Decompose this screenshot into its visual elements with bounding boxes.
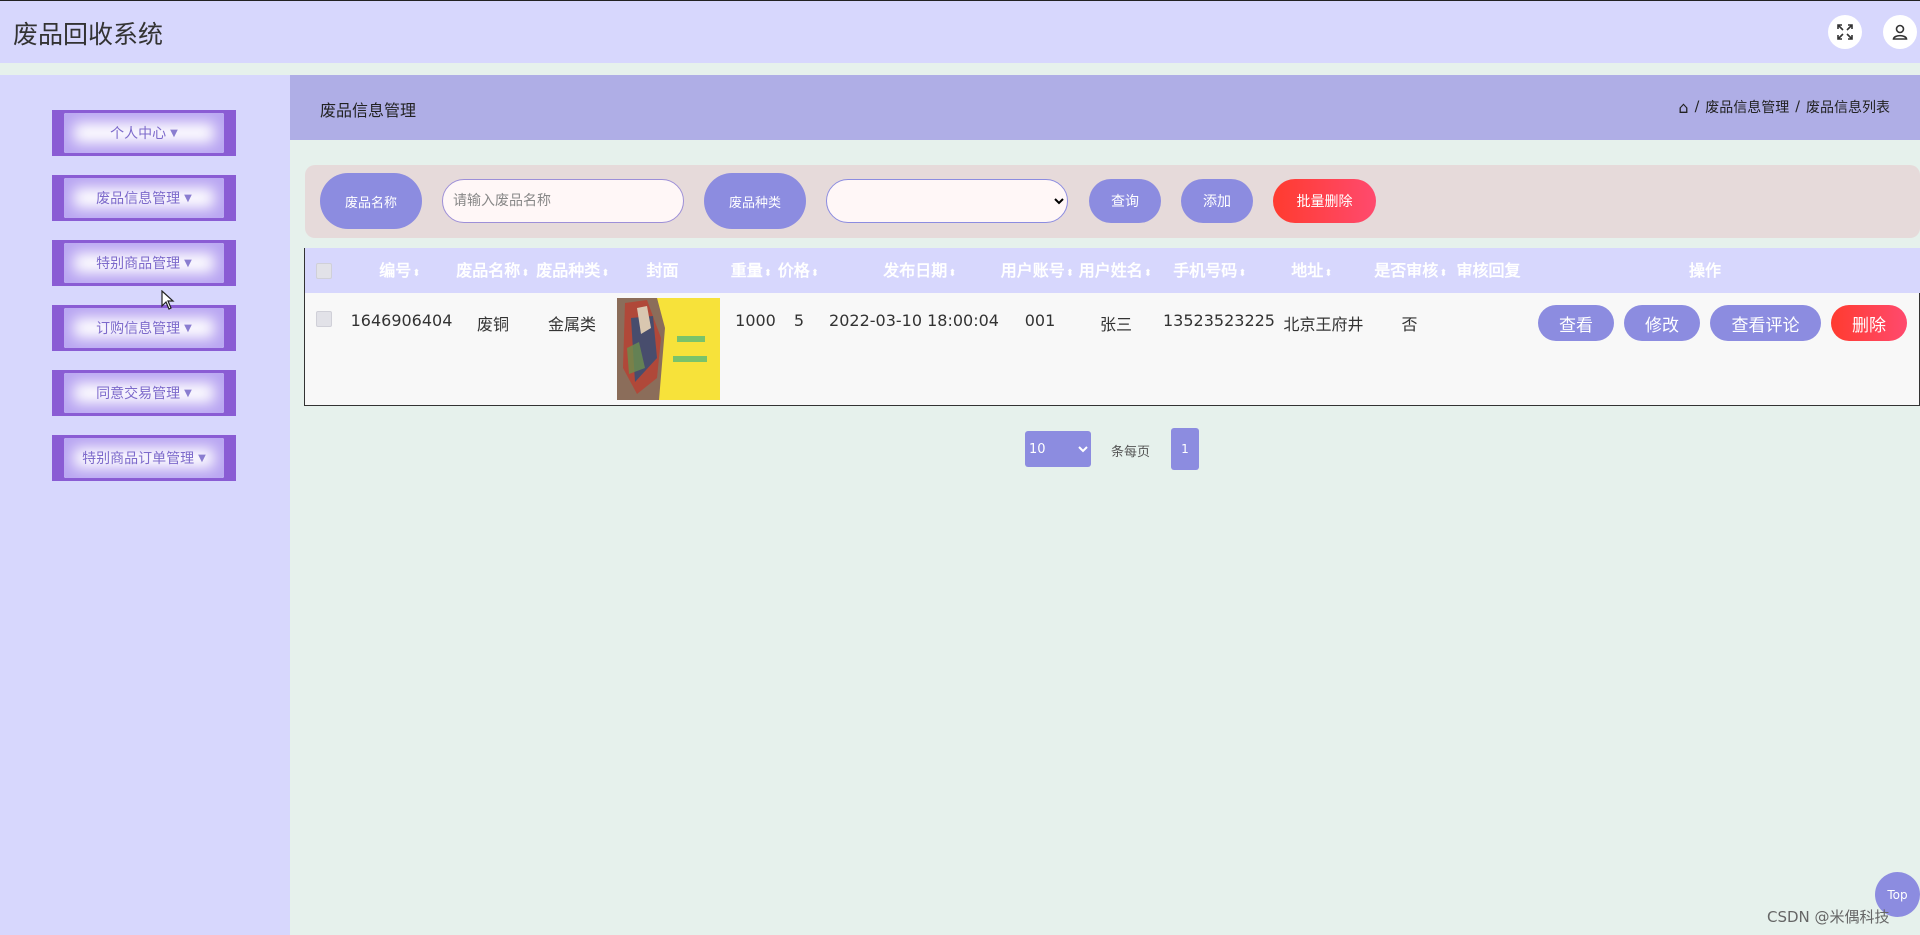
sort-icon: ⬍ — [1439, 268, 1448, 279]
sidebar-item-special-goods[interactable]: 特别商品管理 ▼ — [52, 240, 236, 286]
content-header: 废品信息管理 ⌂ / 废品信息管理 / 废品信息列表 — [290, 75, 1920, 140]
sort-icon: ⬍ — [810, 268, 820, 279]
cell-phone: 13523523225 — [1163, 311, 1275, 330]
column-header-type[interactable]: 废品种类⬍ — [533, 248, 613, 293]
chevron-down-icon: ▼ — [170, 127, 178, 139]
chevron-down-icon: ▼ — [184, 387, 192, 399]
sort-icon: ⬍ — [1324, 268, 1333, 279]
page-size-select[interactable]: 10 — [1025, 431, 1091, 467]
breadcrumb-item[interactable]: 废品信息管理 — [1705, 97, 1789, 117]
top-header: 废品回收系统 — [0, 0, 1920, 63]
cell-price: 5 — [793, 311, 805, 330]
column-header-user-name[interactable]: 用户姓名⬍ — [1078, 248, 1153, 293]
fullscreen-icon[interactable] — [1828, 15, 1862, 49]
cell-type: 金属类 — [547, 315, 596, 334]
chevron-down-icon: ▼ — [184, 257, 192, 269]
cell-account: 001 — [1024, 311, 1056, 330]
sort-icon: ⬍ — [763, 268, 773, 279]
view-button[interactable]: 查看 — [1538, 305, 1614, 341]
page-number-button[interactable]: 1 — [1171, 428, 1199, 470]
column-header-phone[interactable]: 手机号码⬍ — [1165, 248, 1255, 293]
sidebar-item-label: 同意交易管理 — [96, 386, 181, 402]
sidebar-item-special-orders[interactable]: 特别商品订单管理 ▼ — [52, 435, 236, 481]
sidebar-item-label: 订购信息管理 — [96, 321, 181, 337]
sort-icon: ⬍ — [1238, 268, 1247, 279]
sort-icon: ⬍ — [1143, 268, 1153, 279]
mouse-cursor-icon — [161, 290, 175, 310]
query-button[interactable]: 查询 — [1089, 179, 1161, 223]
column-header-name[interactable]: 废品名称⬍ — [453, 248, 533, 293]
chevron-down-icon: ▼ — [184, 322, 192, 334]
table-row: 1646906404 废铜 金属类 1000 5 2022-03-10 18:0… — [305, 293, 1919, 405]
column-header-account[interactable]: 用户账号⬍ — [1000, 248, 1075, 293]
sort-icon: ⬍ — [521, 268, 530, 279]
sort-icon: ⬍ — [948, 268, 957, 279]
sidebar-item-agreed-trades[interactable]: 同意交易管理 ▼ — [52, 370, 236, 416]
type-select[interactable] — [826, 179, 1068, 223]
data-table: 编号⬍ 废品名称⬍ 废品种类⬍ 封面 重量⬍ 价格⬍ 发布日期⬍ 用户账号⬍ 用… — [304, 248, 1920, 406]
sidebar-item-personal-center[interactable]: 个人中心 ▼ — [52, 110, 236, 156]
name-search-input[interactable] — [442, 179, 684, 223]
sidebar-item-label: 特别商品订单管理 — [82, 451, 195, 467]
sort-icon: ⬍ — [412, 268, 421, 279]
type-label: 废品种类 — [704, 173, 806, 229]
cell-date: 2022-03-10 18:00:04 — [829, 311, 999, 330]
column-header-approved[interactable]: 是否审核⬍ — [1371, 248, 1451, 293]
column-header-cover: 封面 — [646, 261, 679, 280]
sidebar: 个人中心 ▼ 废品信息管理 ▼ 特别商品管理 ▼ 订购信息管理 ▼ 同意交易管理 ▼ 特别… — [0, 75, 290, 935]
cell-address: 北京王府井 — [1283, 315, 1364, 334]
sidebar-item-order-info[interactable]: 订购信息管理 ▼ — [52, 305, 236, 351]
column-header-weight[interactable]: 重量⬍ — [729, 248, 774, 293]
cell-name: 废铜 — [476, 315, 509, 334]
cell-approved: 否 — [1401, 315, 1418, 334]
add-button[interactable]: 添加 — [1181, 179, 1253, 223]
home-icon[interactable]: ⌂ — [1678, 98, 1688, 117]
app-title: 废品回收系统 — [13, 20, 164, 49]
row-checkbox[interactable] — [316, 311, 332, 327]
breadcrumb: ⌂ / 废品信息管理 / 废品信息列表 — [1678, 97, 1890, 117]
cell-user-name: 张三 — [1099, 315, 1132, 334]
delete-button[interactable]: 删除 — [1831, 305, 1907, 341]
per-page-label: 条每页 — [1111, 445, 1151, 460]
sort-icon: ⬍ — [601, 268, 610, 279]
column-header-actions: 操作 — [1688, 261, 1721, 280]
column-header-address[interactable]: 地址⬍ — [1287, 248, 1337, 293]
user-icon[interactable] — [1883, 15, 1917, 49]
search-panel: 废品名称 废品种类 查询 添加 批量删除 — [305, 165, 1920, 238]
cell-weight: 1000 — [735, 311, 776, 330]
sidebar-item-label: 个人中心 — [110, 126, 167, 142]
column-header-price[interactable]: 价格⬍ — [776, 248, 821, 293]
column-header-date[interactable]: 发布日期⬍ — [865, 248, 975, 293]
sidebar-item-label: 特别商品管理 — [96, 256, 181, 272]
watermark: CSDN @米偶科技 — [1767, 908, 1890, 926]
cover-image — [617, 298, 720, 400]
select-all-checkbox[interactable] — [316, 263, 332, 279]
breadcrumb-item: 废品信息列表 — [1806, 100, 1890, 116]
cell-id: 1646906404 — [350, 311, 453, 330]
page-title: 废品信息管理 — [320, 101, 417, 120]
column-header-reply: 审核回复 — [1456, 261, 1521, 280]
name-label: 废品名称 — [320, 173, 422, 229]
view-comments-button[interactable]: 查看评论 — [1710, 305, 1821, 341]
column-header-id[interactable]: 编号⬍ — [375, 248, 425, 293]
chevron-down-icon: ▼ — [184, 192, 192, 204]
chevron-down-icon: ▼ — [198, 452, 206, 464]
sidebar-item-waste-info[interactable]: 废品信息管理 ▼ — [52, 175, 236, 221]
batch-delete-button[interactable]: 批量删除 — [1273, 179, 1376, 223]
table-header: 编号⬍ 废品名称⬍ 废品种类⬍ 封面 重量⬍ 价格⬍ 发布日期⬍ 用户账号⬍ 用… — [305, 248, 1920, 293]
sidebar-item-label: 废品信息管理 — [96, 191, 181, 207]
sort-icon: ⬍ — [1065, 268, 1075, 279]
edit-button[interactable]: 修改 — [1624, 305, 1700, 341]
